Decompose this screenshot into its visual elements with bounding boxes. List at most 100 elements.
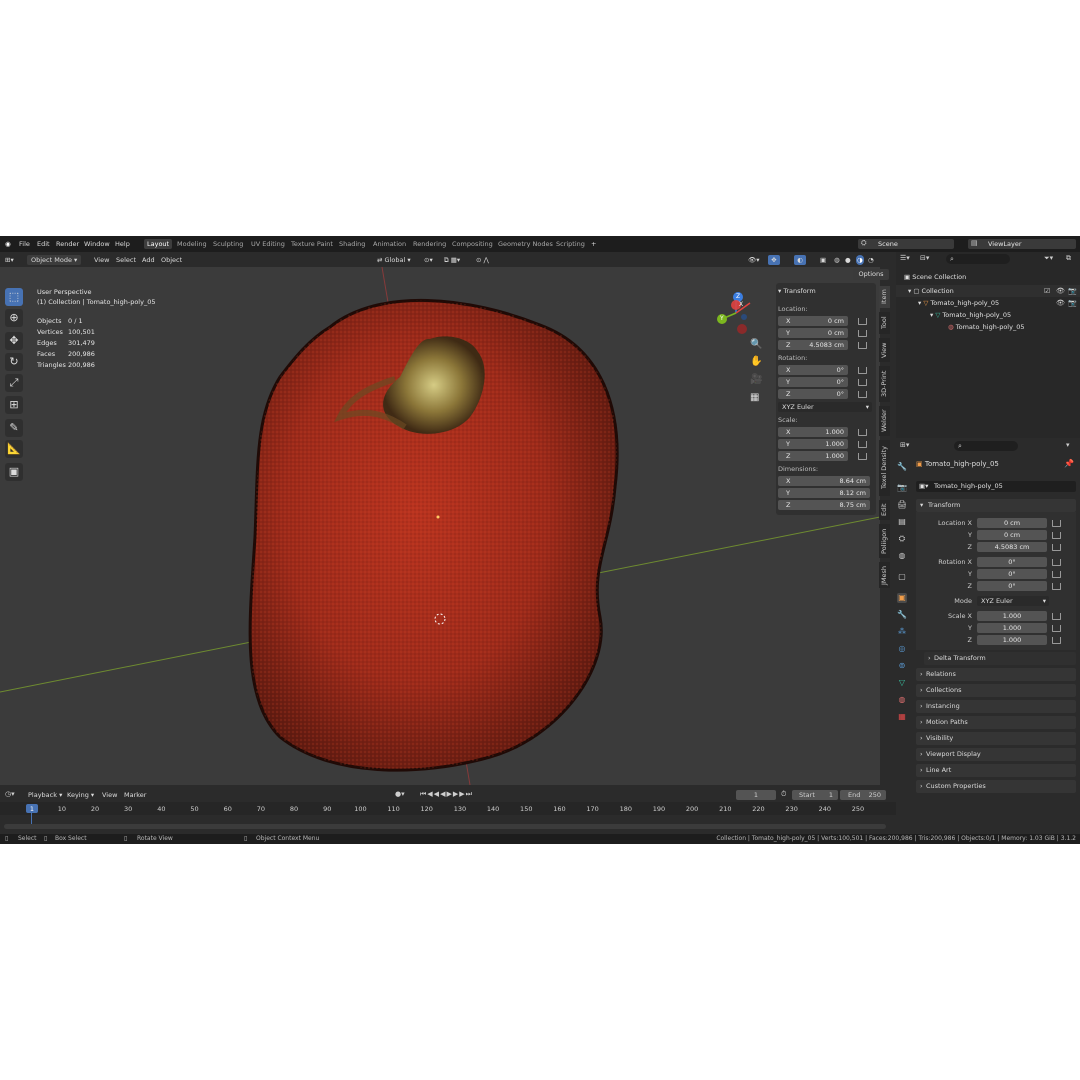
n-scale-x-field[interactable]: X 1.000 [778, 427, 848, 437]
lock-icon[interactable] [858, 318, 867, 325]
tab-sculpting[interactable]: Sculpting [210, 239, 246, 249]
output-props-icon[interactable]: 🖨 [897, 500, 907, 510]
section-instancing[interactable]: › Instancing [916, 700, 1076, 713]
scale-y-field[interactable]: 1.000 [977, 623, 1047, 633]
lock-icon[interactable] [858, 379, 867, 386]
lock-icon[interactable] [858, 441, 867, 448]
lock-icon[interactable] [1052, 571, 1061, 578]
current-frame-field[interactable]: 1 [736, 790, 776, 800]
lock-icon[interactable] [858, 453, 867, 460]
render-props-icon[interactable]: 📷 [897, 483, 907, 493]
menu-file[interactable]: File [19, 240, 30, 248]
timeline-scrollbar[interactable] [4, 824, 886, 829]
data-props-icon[interactable]: ▽ [897, 678, 907, 688]
filter-icon[interactable]: ⏷▾ [1044, 255, 1053, 262]
lock-icon[interactable] [1052, 520, 1061, 527]
zoom-icon[interactable]: 🔍 [750, 340, 762, 350]
lock-icon[interactable] [1052, 613, 1061, 620]
n-location-z-field[interactable]: Z 4.5083 cm [778, 340, 848, 350]
start-frame-field[interactable]: Start 1 [792, 790, 838, 800]
side-tab-view[interactable]: View [879, 338, 890, 362]
lock-icon[interactable] [1052, 544, 1061, 551]
transform-orientation[interactable]: ⇄ Global ▾ [377, 255, 411, 265]
section-visibility[interactable]: › Visibility [916, 732, 1076, 745]
shading-rendered-icon[interactable]: ◔ [868, 255, 874, 265]
timeline-view-menu[interactable]: View [102, 792, 117, 799]
scale-x-field[interactable]: 1.000 [977, 611, 1047, 621]
outliner-object[interactable]: ▾ ▽ Tomato_high-poly_05 [918, 300, 999, 307]
add-cube-tool-icon[interactable]: ▣ [5, 463, 23, 481]
object-name-field[interactable]: ▣▾ Tomato_high-poly_05 [916, 481, 1076, 492]
lock-icon[interactable] [1052, 637, 1061, 644]
tab-animation[interactable]: Animation [370, 239, 409, 249]
n-location-y-field[interactable]: Y 0 cm [778, 328, 848, 338]
properties-search-input[interactable]: ⌕ [954, 441, 1018, 451]
lock-icon[interactable] [1052, 532, 1061, 539]
tab-layout[interactable]: Layout [144, 239, 173, 249]
outliner-editor-icon[interactable]: ☰▾ [900, 255, 910, 262]
timeline-keying-menu[interactable]: Keying ▾ [67, 792, 94, 799]
lock-icon[interactable] [858, 342, 867, 349]
add-workspace-button[interactable]: + [588, 239, 599, 249]
outliner-collection[interactable]: ▾ ▢ Collection [908, 288, 954, 295]
outliner-mesh[interactable]: ▾ ▽ Tomato_high-poly_05 [930, 312, 1011, 319]
location-x-field[interactable]: 0 cm [977, 518, 1047, 528]
modifier-props-icon[interactable]: 🔧 [897, 610, 907, 620]
shading-solid-icon[interactable]: ● [845, 255, 851, 265]
select-tool-icon[interactable]: ⬚ [5, 288, 23, 306]
side-tab-jmesh[interactable]: JMesh [879, 562, 890, 588]
move-tool-icon[interactable]: ✥ [5, 332, 23, 350]
tab-uv-editing[interactable]: UV Editing [248, 239, 288, 249]
n-scale-z-field[interactable]: Z 1.000 [778, 451, 848, 461]
pin-icon[interactable]: 📌 [1064, 460, 1074, 468]
side-tab-tool[interactable]: Tool [879, 312, 890, 334]
side-tab-3d-print[interactable]: 3D-Print [879, 366, 890, 402]
camera-view-icon[interactable]: 🎥 [750, 375, 762, 385]
scene-props-icon[interactable]: ⛭ [897, 534, 907, 544]
n-scale-y-field[interactable]: Y 1.000 [778, 439, 848, 449]
transform-tool-icon[interactable]: ⊞ [5, 396, 23, 414]
outliner-scene-collection[interactable]: ▣ Scene Collection [904, 274, 966, 281]
world-props-icon[interactable]: ◍ [897, 551, 907, 561]
clock-icon[interactable]: ⏱ [781, 791, 786, 798]
camera-icon[interactable]: 📷 [1068, 288, 1077, 295]
menu-add[interactable]: Add [142, 255, 155, 265]
n-rotation-z-field[interactable]: Z 0° [778, 389, 848, 399]
location-y-field[interactable]: 0 cm [977, 530, 1047, 540]
camera-icon[interactable]: 📷 [1068, 300, 1077, 307]
menu-select[interactable]: Select [116, 255, 136, 265]
material-props-icon[interactable]: ◍ [897, 695, 907, 705]
rotation-x-field[interactable]: 0° [977, 557, 1047, 567]
rotation-y-field[interactable]: 0° [977, 569, 1047, 579]
n-rotation-x-field[interactable]: X 0° [778, 365, 848, 375]
constraints-icon[interactable]: ⊚ [897, 661, 907, 671]
menu-help[interactable]: Help [115, 240, 130, 248]
tab-scripting[interactable]: Scripting [553, 239, 588, 249]
tab-rendering[interactable]: Rendering [410, 239, 449, 249]
pan-icon[interactable]: ✋ [750, 357, 762, 367]
outliner-search-input[interactable]: ⌕ [946, 254, 1010, 264]
cursor-tool-icon[interactable]: ⊕ [5, 309, 23, 327]
viewlayer-selector[interactable]: ▤ ViewLayer [968, 239, 1076, 249]
gizmo-toggle-icon[interactable]: ✥ [768, 255, 780, 265]
shading-wireframe-icon[interactable]: ◍ [834, 255, 840, 265]
lock-icon[interactable] [858, 391, 867, 398]
n-dimensions-z-field[interactable]: Z 8.75 cm [778, 500, 870, 510]
blender-logo-icon[interactable]: ◉ [5, 240, 11, 248]
editor-type-icon[interactable]: ⊞▾ [5, 255, 14, 265]
section-line-art[interactable]: › Line Art [916, 764, 1076, 777]
annotate-tool-icon[interactable]: ✎ [5, 419, 23, 437]
lock-icon[interactable] [1052, 583, 1061, 590]
playback-controls[interactable]: ⏮◀◀◀▶▶▶⏭ [420, 791, 473, 798]
end-frame-field[interactable]: End 250 [840, 790, 886, 800]
section-relations[interactable]: › Relations [916, 668, 1076, 681]
section-motion-paths[interactable]: › Motion Paths [916, 716, 1076, 729]
timeline-marker-menu[interactable]: Marker [124, 792, 146, 799]
ortho-toggle-icon[interactable]: ▦ [750, 393, 759, 403]
side-tab-texel-density[interactable]: Texel Density [879, 440, 890, 496]
tool-props-icon[interactable]: 🔧 [897, 462, 907, 472]
chevron-down-icon[interactable]: ▾ [1066, 442, 1070, 449]
lock-icon[interactable] [858, 367, 867, 374]
eye-icon[interactable]: 👁 [1056, 288, 1065, 295]
new-collection-icon[interactable]: ⧉ [1066, 255, 1071, 262]
